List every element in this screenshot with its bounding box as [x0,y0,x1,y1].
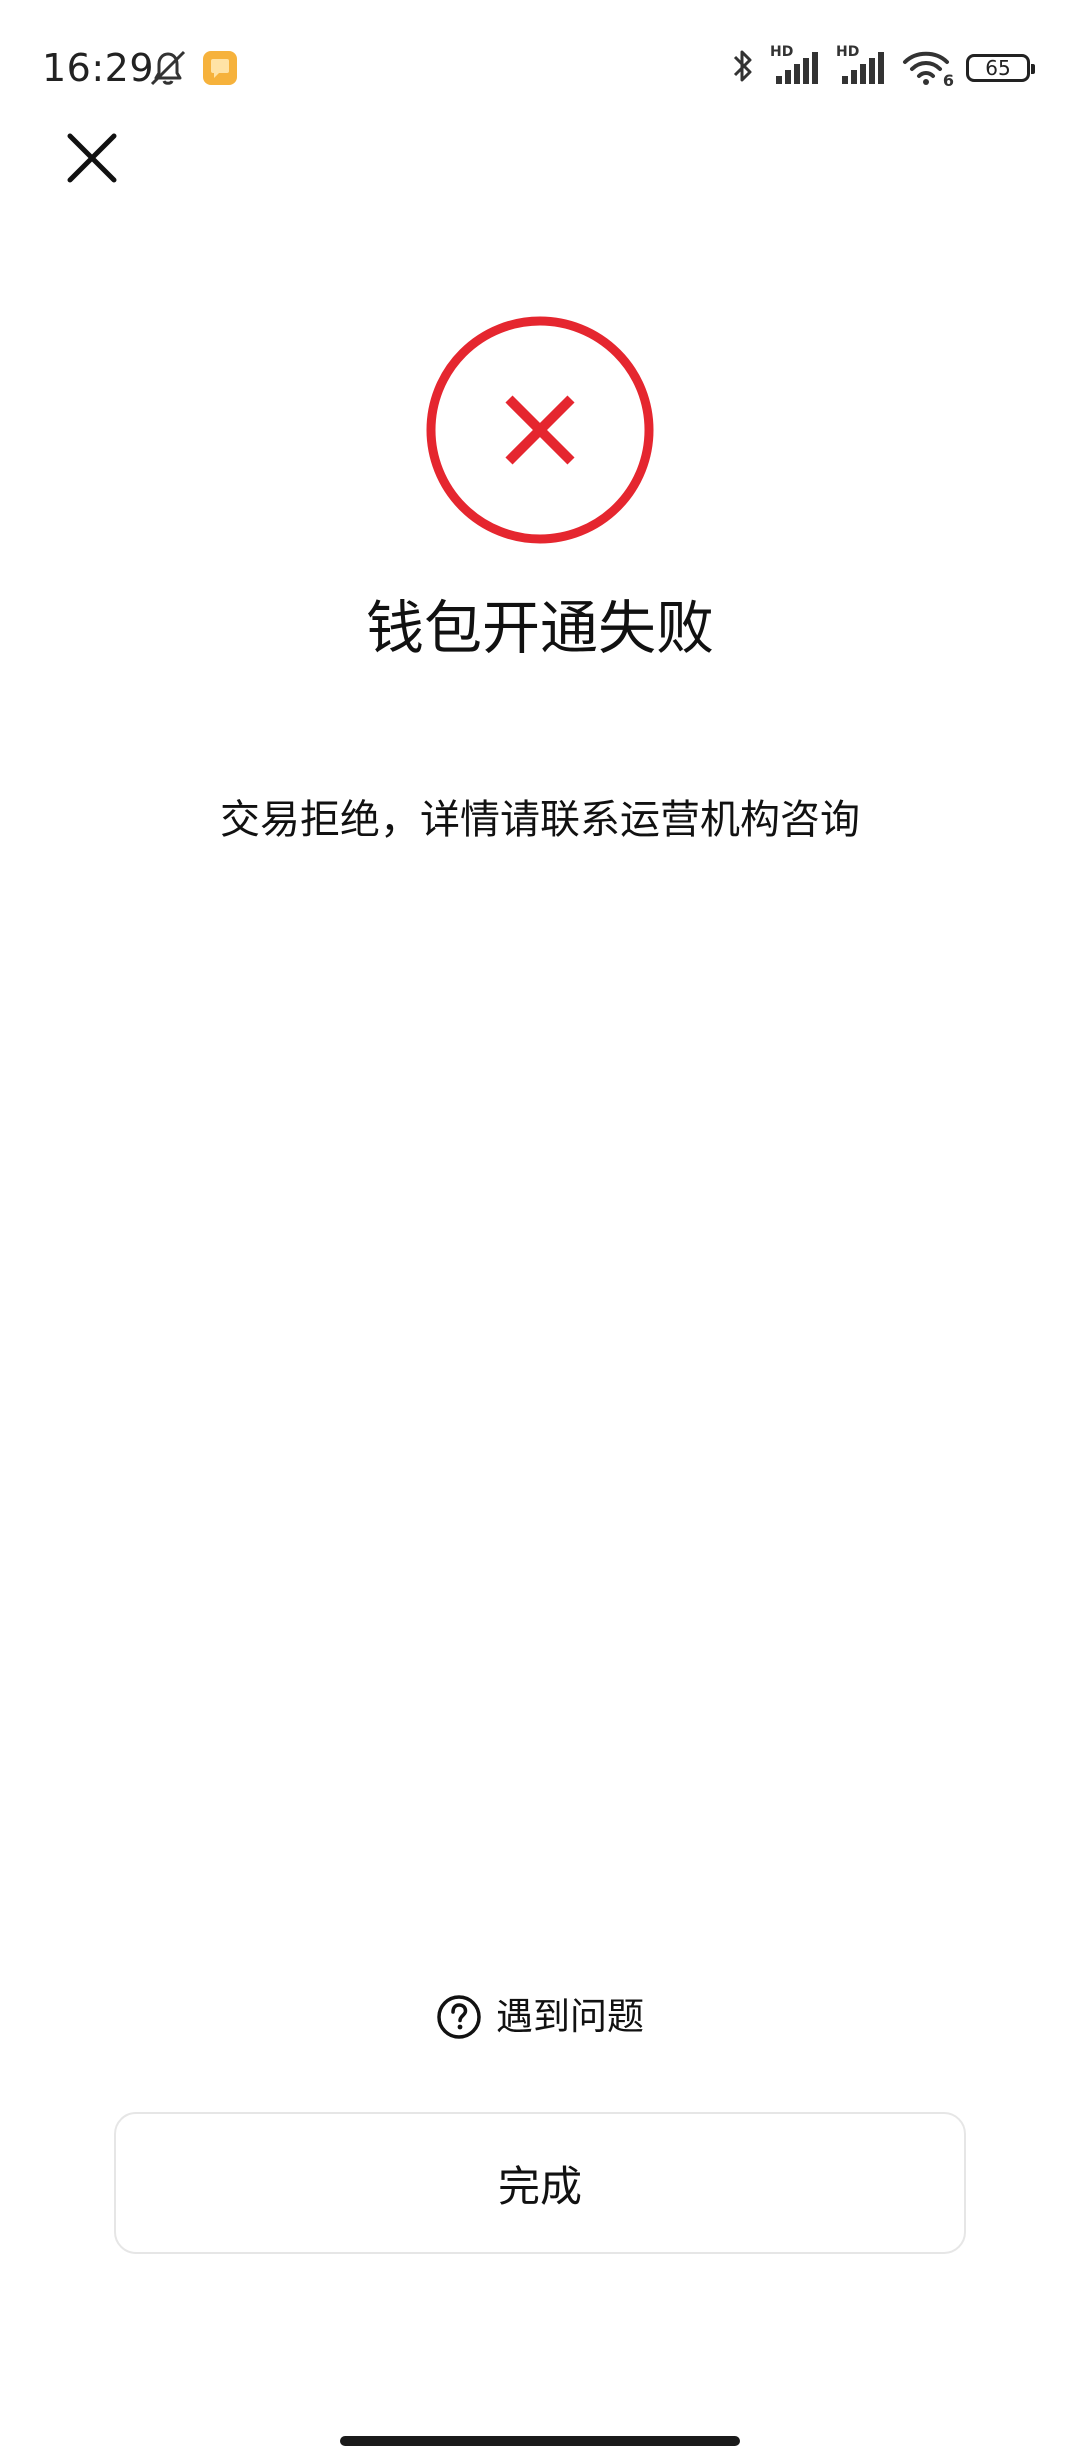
mute-icon [146,48,190,92]
status-right-icons: HD HD 6 65 [730,44,1035,90]
app-notification-icon [202,50,238,90]
battery-level: 65 [985,56,1011,80]
status-time: 16:29 [42,46,155,90]
wifi-label: 6 [942,71,954,90]
signal-hd-1-icon: HD [770,44,822,88]
result-title: 钱包开通失败 [365,594,714,662]
signal-hd-2-icon: HD [836,44,888,88]
help-link[interactable]: 遇到问题 [0,1990,1080,2044]
wifi-icon: 6 [902,48,954,90]
error-circle-x-icon [425,315,655,545]
close-button[interactable] [52,118,132,198]
bluetooth-icon [730,46,756,90]
question-circle-icon [437,1995,481,2039]
done-button[interactable]: 完成 [114,2112,966,2254]
status-bar: 16:29 HD HD 6 65 [0,0,1080,130]
home-indicator[interactable] [340,2436,740,2446]
status-left-icons [146,48,238,92]
help-label: 遇到问题 [496,1995,644,2038]
result-message: 交易拒绝，详情请联系运营机构咨询 [220,797,860,843]
close-icon [67,133,117,183]
wallet-result-screen: 16:29 HD HD 6 65 钱包开通失败 交易拒绝，详情请联系运营机构咨询… [0,0,1080,2460]
battery-icon: 65 [966,54,1035,82]
